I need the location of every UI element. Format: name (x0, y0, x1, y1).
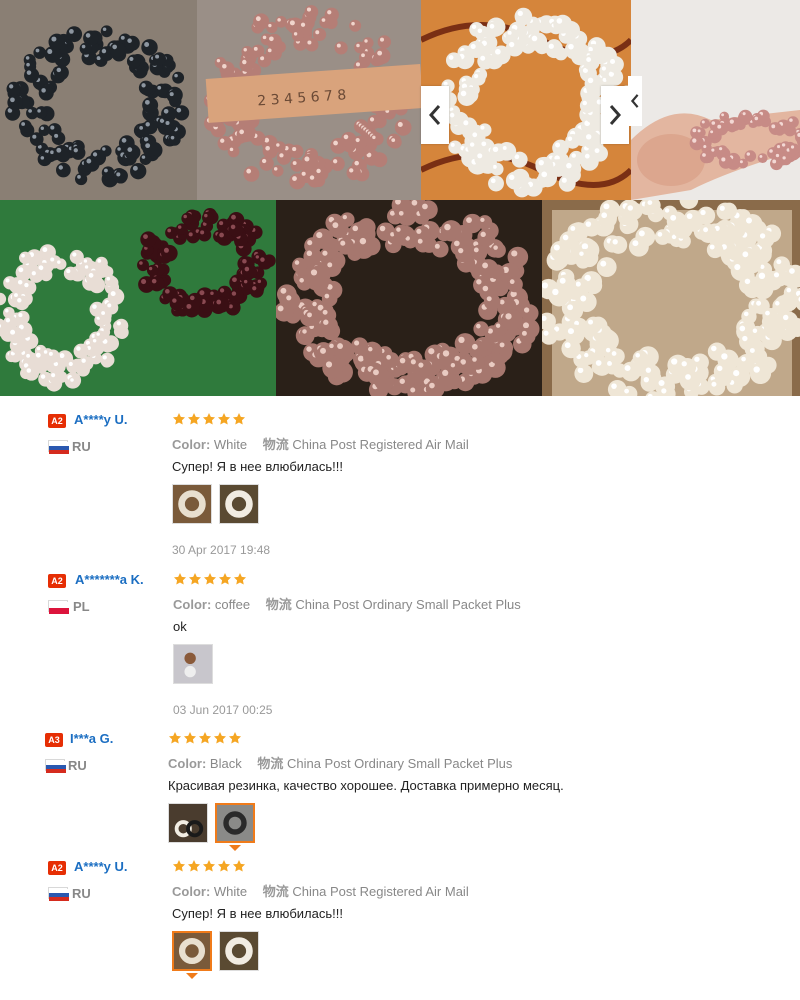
gallery-prev-button[interactable] (421, 86, 449, 144)
review-photo-thumbnail[interactable] (172, 931, 212, 971)
star-icon (217, 413, 231, 425)
buyer-level-badge: A3 (45, 733, 63, 747)
shipping-method: China Post Ordinary Small Packet Plus (286, 756, 513, 771)
color-value: coffee (214, 597, 251, 612)
buyer-country: PL (73, 599, 90, 614)
shipping-method: China Post Registered Air Mail (292, 437, 469, 452)
shipping-method: China Post Ordinary Small Packet Plus (295, 597, 521, 612)
review-photo-thumbnail[interactable] (219, 484, 259, 524)
review-text: Супер! Я в нее влюбилась!!! (172, 906, 343, 921)
buyer-level-badge: A2 (48, 414, 66, 428)
star-icon (202, 413, 216, 425)
review-photo-thumbnail[interactable] (219, 931, 259, 971)
photo-scrunchie-in-bag[interactable] (542, 200, 800, 396)
buyer-country: RU (68, 758, 87, 773)
star-icon (168, 732, 182, 744)
star-icon (188, 573, 202, 585)
shipping-label: 物流 (265, 597, 292, 612)
review-text: ok (173, 619, 187, 634)
star-icon (202, 860, 216, 872)
star-icon (232, 860, 246, 872)
photo-white-pearl-scrunchie[interactable] (421, 0, 631, 200)
star-icon (232, 413, 246, 425)
review-text: Супер! Я в нее влюбилась!!! (172, 459, 343, 474)
rating-stars (172, 412, 246, 426)
review-photo-thumbnail[interactable] (172, 484, 212, 524)
buyer-level-badge: A2 (48, 574, 66, 588)
star-icon (172, 860, 186, 872)
review-date: 30 Apr 2017 19:48 (172, 543, 271, 557)
chevron-left-icon (630, 94, 639, 108)
russia-flag (48, 440, 69, 454)
buyer-name[interactable]: A****y U. (74, 412, 127, 427)
photo-pink-scrunchie-with-tape-measure[interactable]: 2 3 4 5 6 7 8 (197, 0, 421, 200)
color-value: White (213, 437, 248, 452)
star-icon (217, 860, 231, 872)
star-icon (198, 732, 212, 744)
color-label: Color: (172, 884, 211, 899)
photo-black-pearl-scrunchie[interactable] (0, 0, 197, 200)
review-photo-thumbnail[interactable] (215, 803, 255, 843)
selected-thumbnail-caret (229, 845, 241, 851)
poland-flag (48, 600, 69, 614)
star-icon (187, 413, 201, 425)
chevron-left-icon (428, 105, 441, 125)
buyer-name[interactable]: A****y U. (74, 859, 127, 874)
order-info: Color: White 物流 China Post Registered Ai… (172, 434, 469, 453)
gallery-prev-button-2[interactable] (628, 76, 642, 126)
buyer-country: RU (72, 886, 91, 901)
buyer-name[interactable]: A*******a K. (75, 572, 144, 587)
order-info: Color: Black 物流 China Post Ordinary Smal… (168, 753, 512, 772)
star-icon (203, 573, 217, 585)
color-value: Black (209, 756, 242, 771)
chevron-right-icon (609, 105, 622, 125)
review-date: 03 Jun 2017 00:25 (173, 703, 273, 717)
shipping-label: 物流 (262, 437, 289, 452)
star-icon (218, 573, 232, 585)
star-icon (228, 732, 242, 744)
star-icon (172, 413, 186, 425)
color-label: Color: (168, 756, 207, 771)
rating-stars (172, 859, 246, 873)
photo-coffee-pearl-scrunchie[interactable] (276, 200, 542, 396)
review-text: Красивая резинка, качество хорошее. Дост… (168, 778, 564, 793)
shipping-label: 物流 (257, 756, 284, 771)
review-photo-thumbnail[interactable] (168, 803, 208, 843)
rating-stars (173, 572, 247, 586)
color-value: White (213, 884, 248, 899)
color-label: Color: (173, 597, 212, 612)
star-icon (233, 573, 247, 585)
buyer-level-badge: A2 (48, 861, 66, 875)
star-icon (173, 573, 187, 585)
russia-flag (45, 759, 66, 773)
star-icon (183, 732, 197, 744)
order-info: Color: White 物流 China Post Registered Ai… (172, 881, 469, 900)
color-label: Color: (172, 437, 211, 452)
shipping-label: 物流 (262, 884, 289, 899)
shipping-method: China Post Registered Air Mail (292, 884, 469, 899)
star-icon (213, 732, 227, 744)
photo-hand-holding-scrunchie[interactable] (631, 0, 800, 200)
photo-white-and-black-scrunchies[interactable] (0, 200, 276, 396)
gallery-next-button[interactable] (601, 86, 629, 144)
russia-flag (48, 887, 69, 901)
buyer-name[interactable]: I***a G. (70, 731, 113, 746)
order-info: Color: coffee 物流 China Post Ordinary Sma… (173, 594, 521, 613)
rating-stars (168, 731, 242, 745)
selected-thumbnail-caret (186, 973, 198, 979)
star-icon (187, 860, 201, 872)
buyer-country: RU (72, 439, 91, 454)
review-photo-thumbnail[interactable] (173, 644, 213, 684)
review-photo-gallery: 2 3 4 5 6 7 8 (0, 0, 800, 396)
